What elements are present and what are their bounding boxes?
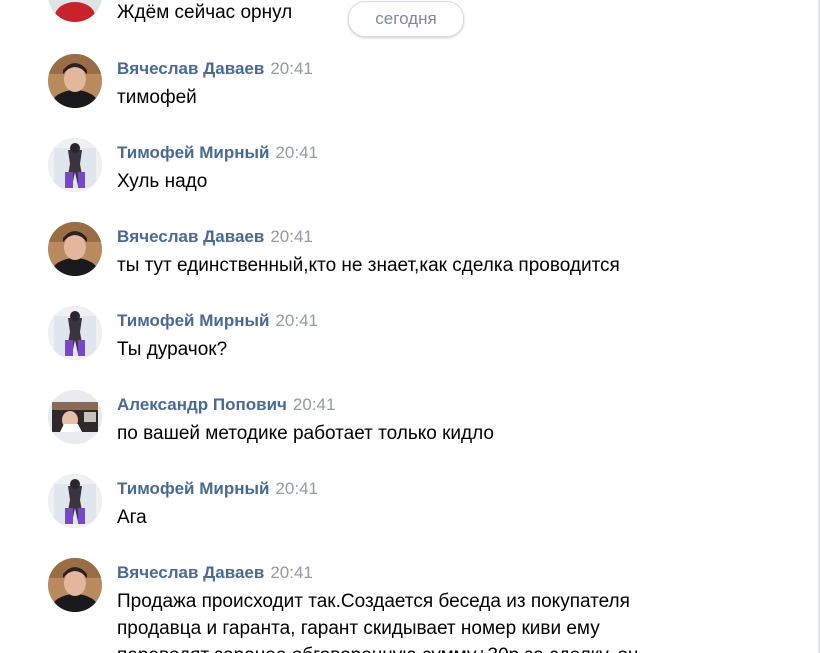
message-text: тимофей — [117, 87, 197, 108]
avatar-alexander[interactable] — [48, 390, 102, 444]
message-author[interactable]: Вячеслав Даваев — [117, 227, 264, 246]
message-author[interactable]: Александр Попович — [117, 395, 287, 414]
figure-photo-icon — [48, 306, 102, 360]
avatar-top-partial[interactable] — [48, 0, 102, 22]
avatar-vyacheslav[interactable] — [48, 222, 102, 276]
avatar-timofey[interactable] — [48, 306, 102, 360]
message-text: Продажа происходит так.Создается беседа … — [117, 591, 638, 653]
person-photo-icon — [48, 222, 102, 276]
message-author[interactable]: Вячеслав Даваев — [117, 563, 264, 582]
message-text: ты тут единственный,кто не знает,как сде… — [117, 255, 620, 276]
message-author[interactable]: Тимофей Мирный — [117, 479, 269, 498]
message-text: Хуль надо — [117, 171, 208, 192]
message-time[interactable]: 20:41 — [275, 311, 318, 330]
person-car-photo-icon — [48, 390, 102, 444]
figure-photo-icon — [48, 138, 102, 192]
message-text: Ты дурачок? — [117, 339, 228, 360]
message-text: по вашей методике работает только кидло — [117, 423, 495, 444]
message-time[interactable]: 20:41 — [270, 59, 313, 78]
message-time[interactable]: 20:41 — [270, 563, 313, 582]
date-divider-today[interactable]: сегодня — [348, 1, 464, 37]
person-photo-icon — [48, 54, 102, 108]
avatar-vyacheslav[interactable] — [48, 558, 102, 612]
avatar-timofey[interactable] — [48, 138, 102, 192]
message-time[interactable]: 20:41 — [275, 143, 318, 162]
red-avatar-icon — [48, 0, 102, 22]
message-author[interactable]: Тимофей Мирный — [117, 311, 269, 330]
avatar-timofey[interactable] — [48, 474, 102, 528]
message-text: Ага — [117, 507, 147, 528]
message-time[interactable]: 20:41 — [293, 395, 336, 414]
person-photo-icon — [48, 558, 102, 612]
figure-photo-icon — [48, 474, 102, 528]
avatar-vyacheslav[interactable] — [48, 54, 102, 108]
message-author[interactable]: Тимофей Мирный — [117, 143, 269, 162]
chat-history: Ждём сейчас орнул сегодня Вячеслав Давае… — [0, 0, 820, 653]
message-time[interactable]: 20:41 — [275, 479, 318, 498]
message-time[interactable]: 20:41 — [270, 227, 313, 246]
message-author[interactable]: Вячеслав Даваев — [117, 59, 264, 78]
